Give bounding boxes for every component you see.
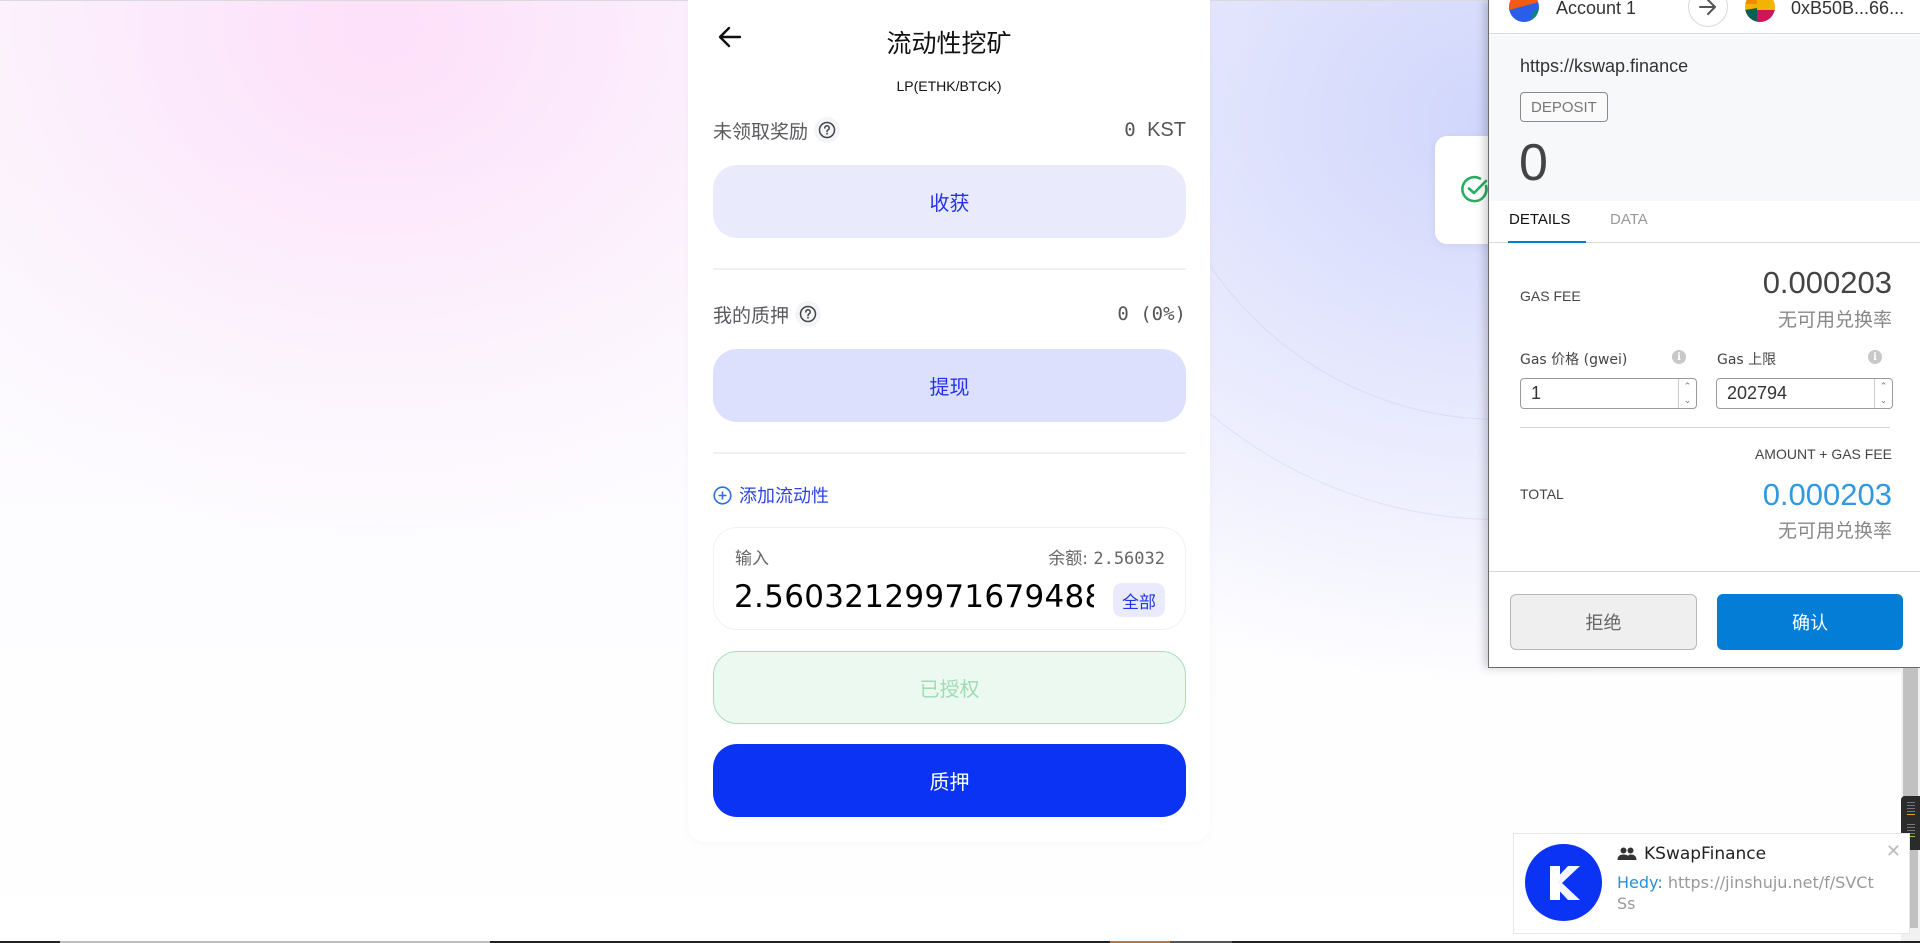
gas-fee-fiat: 无可用兑换率 — [1777, 309, 1892, 331]
balance-display: 余额: 2.56032 — [1048, 549, 1165, 569]
gas-limit-stepper[interactable]: ⌃ ⌄ — [1874, 379, 1892, 408]
total-caption: AMOUNT + GAS FEE — [1754, 446, 1892, 462]
chevron-down-icon[interactable]: ⌄ — [1684, 395, 1692, 406]
gas-limit-input[interactable] — [1717, 379, 1872, 408]
liquidity-mining-card: 流动性挖矿 LP(ETHK/BTCK) 未领取奖励 0 KST 收获 我的质押 … — [688, 0, 1210, 842]
gas-price-input[interactable] — [1521, 379, 1676, 408]
details-panel: GAS FEE 0.000203 无可用兑换率 Gas 价格 (gwei) i … — [1489, 243, 1920, 571]
transaction-summary: https://kswap.finance DEPOSIT 0 — [1489, 35, 1920, 201]
notification-message: Hedy: https://jinshuju.net/f/SVCtSs — [1617, 872, 1877, 914]
my-stake-value: 0 (0%) — [1117, 303, 1186, 325]
divider — [713, 452, 1186, 454]
metamask-header: Account 1 0xB50B...66... — [1489, 0, 1920, 34]
stake-amount-panel: 输入 余额: 2.56032 全部 — [713, 527, 1186, 630]
account-avatar-icon — [1509, 0, 1539, 22]
pending-rewards-row: 未领取奖励 0 KST — [713, 115, 1186, 145]
notification-app-name: KSwapFinance — [1644, 844, 1767, 864]
notification-sender: Hedy: — [1617, 873, 1663, 892]
group-icon — [1617, 847, 1637, 860]
my-stake-label: 我的质押 — [713, 304, 790, 327]
gas-fee-value: 0.000203 — [1762, 265, 1892, 300]
question-circle-icon[interactable] — [795, 301, 822, 327]
kswap-logo-icon — [1525, 844, 1602, 921]
gas-price-label: Gas 价格 (gwei) — [1520, 352, 1628, 368]
page-title: 流动性挖矿 — [886, 29, 1012, 58]
gas-limit-field: ⌃⌄ — [1716, 378, 1893, 409]
method-badge: DEPOSIT — [1520, 92, 1608, 122]
recipient-avatar-icon — [1745, 0, 1775, 22]
divider — [1520, 427, 1890, 428]
transaction-amount: 0 — [1519, 134, 1548, 192]
chevron-up-icon[interactable]: ⌃ — [1684, 381, 1692, 392]
arrow-right-icon — [1688, 0, 1728, 27]
total-label: TOTAL — [1520, 486, 1564, 502]
chat-notification[interactable]: KSwapFinance Hedy: https://jinshuju.net/… — [1513, 833, 1910, 934]
gas-price-field: ⌃⌄ — [1520, 378, 1697, 409]
withdraw-button[interactable]: 提现 — [713, 349, 1186, 422]
metamask-footer: 拒绝 确认 — [1489, 571, 1920, 668]
info-icon[interactable]: i — [1868, 350, 1882, 364]
chevron-up-icon[interactable]: ⌃ — [1880, 381, 1888, 392]
metamask-confirm-popup: Account 1 0xB50B...66... https://kswap.f… — [1488, 0, 1920, 668]
question-circle-icon[interactable] — [814, 117, 841, 143]
recipient-address: 0xB50B...66... — [1791, 0, 1905, 18]
add-liquidity-label: 添加流动性 — [739, 486, 829, 507]
divider — [713, 268, 1186, 270]
harvest-button[interactable]: 收获 — [713, 165, 1186, 238]
metamask-tabs: DETAILS DATA — [1489, 201, 1920, 243]
tab-data[interactable]: DATA — [1610, 211, 1648, 228]
stake-amount-input[interactable] — [734, 577, 1094, 617]
total-value: 0.000203 — [1762, 477, 1892, 512]
total-fiat: 无可用兑换率 — [1777, 520, 1892, 542]
pending-rewards-label: 未领取奖励 — [713, 120, 809, 143]
pair-label: LP(ETHK/BTCK) — [896, 78, 1002, 94]
pending-rewards-value: 0 KST — [1124, 118, 1186, 141]
add-liquidity-link[interactable]: 添加流动性 — [713, 482, 829, 508]
chevron-down-icon[interactable]: ⌄ — [1880, 395, 1888, 406]
from-account-name: Account 1 — [1556, 0, 1637, 18]
max-button[interactable]: 全部 — [1113, 583, 1165, 617]
reject-button[interactable]: 拒绝 — [1510, 594, 1697, 650]
stake-button[interactable]: 质押 — [713, 744, 1186, 817]
gas-limit-label: Gas 上限 — [1717, 352, 1777, 368]
my-stake-row: 我的质押 0 (0%) — [713, 299, 1186, 329]
plus-circle-icon — [713, 485, 732, 505]
origin-url: https://kswap.finance — [1520, 56, 1689, 76]
approved-button[interactable]: 已授权 — [713, 651, 1186, 724]
info-icon[interactable]: i — [1672, 350, 1686, 364]
input-label: 输入 — [735, 549, 769, 569]
gas-fee-label: GAS FEE — [1520, 288, 1581, 304]
close-icon[interactable]: ✕ — [1886, 842, 1901, 860]
check-circle-icon — [1461, 175, 1488, 203]
confirm-button[interactable]: 确认 — [1717, 594, 1903, 650]
tab-details[interactable]: DETAILS — [1509, 211, 1570, 228]
gas-price-stepper[interactable]: ⌃ ⌄ — [1678, 379, 1696, 408]
